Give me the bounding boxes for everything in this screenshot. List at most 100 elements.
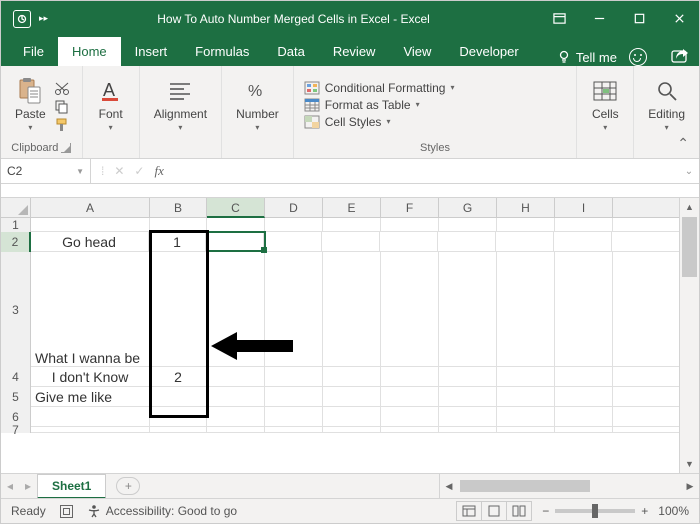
col-header[interactable]: G <box>439 198 497 217</box>
share-icon[interactable] <box>671 49 689 65</box>
collapse-ribbon-icon[interactable]: ⌃ <box>677 135 689 152</box>
group-styles: Conditional Formatting ▾ Format as Table… <box>294 66 578 158</box>
col-header[interactable]: A <box>31 198 150 217</box>
tab-file[interactable]: File <box>9 37 58 66</box>
zoom-in-button[interactable]: + <box>641 504 648 518</box>
conditional-formatting-button[interactable]: Conditional Formatting ▾ <box>304 81 455 95</box>
worksheet-grid[interactable]: A B C D E F G H I 1 2Go head1 3What I wa… <box>1 198 699 473</box>
col-header[interactable]: C <box>207 198 265 218</box>
format-as-table-button[interactable]: Format as Table ▾ <box>304 98 420 112</box>
paste-button[interactable]: Paste ▾ <box>11 75 50 134</box>
scroll-up-icon[interactable]: ▲ <box>680 198 699 216</box>
dialog-launcher-icon[interactable] <box>61 143 71 153</box>
select-all-corner[interactable] <box>1 198 31 217</box>
tab-formulas[interactable]: Formulas <box>181 37 263 66</box>
sheet-tab-bar: ◂ ▸ Sheet1 + ◀ ▶ <box>1 473 699 498</box>
accessibility-status[interactable]: Accessibility: Good to go <box>87 504 237 518</box>
autosave-icon[interactable] <box>13 10 31 28</box>
formula-bar: C2 ▼ ⁞ ✕ ✓ fx ⌄ <box>1 159 699 184</box>
chevron-down-icon: ▾ <box>603 123 607 132</box>
page-layout-view-icon[interactable] <box>481 501 507 521</box>
status-ready: Ready <box>11 504 46 518</box>
alignment-label: Alignment <box>154 107 207 121</box>
fx-icon[interactable]: fx <box>154 163 163 179</box>
row-header[interactable]: 5 <box>1 387 31 407</box>
alignment-button[interactable]: Alignment ▾ <box>150 75 211 134</box>
cell[interactable]: Go head <box>30 232 149 251</box>
scroll-thumb[interactable] <box>682 217 697 277</box>
feedback-icon[interactable] <box>629 48 647 66</box>
cancel-icon[interactable]: ✕ <box>114 164 124 178</box>
ribbon-display-icon[interactable] <box>539 1 579 36</box>
cell[interactable]: 1 <box>149 232 206 251</box>
scroll-thumb[interactable] <box>460 480 590 492</box>
col-header[interactable]: F <box>381 198 439 217</box>
expand-formula-icon[interactable]: ⌄ <box>679 166 699 177</box>
add-sheet-button[interactable]: + <box>116 477 140 495</box>
formula-input[interactable] <box>174 159 679 183</box>
chevron-down-icon: ▾ <box>416 100 420 109</box>
cell[interactable]: What I wanna be <box>31 252 150 366</box>
cells-button[interactable]: Cells ▾ <box>587 75 623 134</box>
tab-review[interactable]: Review <box>319 37 390 66</box>
group-cells: Cells ▾ <box>577 66 634 158</box>
close-icon[interactable] <box>659 1 699 36</box>
sheet-nav-prev-icon[interactable]: ◂ <box>1 479 19 493</box>
col-header[interactable]: B <box>150 198 207 217</box>
macro-record-icon[interactable] <box>60 505 73 518</box>
row-header[interactable]: 1 <box>1 218 31 232</box>
row-header[interactable]: 7 <box>1 427 31 433</box>
chevron-down-icon: ▾ <box>28 123 32 132</box>
scroll-down-icon[interactable]: ▼ <box>680 455 699 473</box>
tell-me[interactable]: Tell me <box>557 50 617 65</box>
cut-icon[interactable] <box>54 82 72 96</box>
row-header[interactable]: 4 <box>1 367 31 387</box>
minimize-icon[interactable] <box>579 1 619 36</box>
row-header[interactable]: 3 <box>1 252 31 367</box>
enter-icon[interactable]: ✓ <box>134 164 144 178</box>
cells-label: Cells <box>592 107 619 121</box>
page-break-view-icon[interactable] <box>506 501 532 521</box>
name-box[interactable]: C2 ▼ <box>1 159 91 183</box>
horizontal-scrollbar[interactable]: ◀ ▶ <box>439 474 699 498</box>
styles-label: Styles <box>420 142 450 154</box>
font-button[interactable]: A Font ▾ <box>93 75 129 134</box>
normal-view-icon[interactable] <box>456 501 482 521</box>
sheet-tab[interactable]: Sheet1 <box>37 474 106 499</box>
vertical-scrollbar[interactable]: ▲ ▼ <box>679 198 699 473</box>
paste-label: Paste <box>15 107 46 121</box>
tab-insert[interactable]: Insert <box>121 37 182 66</box>
qat-customize-icon[interactable]: ▸▸ <box>39 13 48 24</box>
annotation-arrow-icon <box>211 329 293 363</box>
cell[interactable]: 2 <box>150 367 207 386</box>
col-header[interactable]: D <box>265 198 323 217</box>
cell[interactable]: I don't Know <box>31 367 150 386</box>
active-cell-outline <box>207 231 266 252</box>
svg-text:%: % <box>248 83 262 100</box>
cell-styles-label: Cell Styles <box>325 115 382 129</box>
row-header[interactable]: 2 <box>1 232 31 252</box>
tab-view[interactable]: View <box>389 37 445 66</box>
scroll-right-icon[interactable]: ▶ <box>681 481 699 492</box>
col-header[interactable]: H <box>497 198 555 217</box>
sheet-nav-next-icon[interactable]: ▸ <box>19 479 37 493</box>
ribbon: Paste ▾ Clipboard A Font ▾ <box>1 66 699 159</box>
number-button[interactable]: % Number ▾ <box>232 75 283 134</box>
maximize-icon[interactable] <box>619 1 659 36</box>
cell-styles-button[interactable]: Cell Styles ▾ <box>304 115 391 129</box>
zoom-level[interactable]: 100% <box>658 504 689 518</box>
tab-data[interactable]: Data <box>263 37 318 66</box>
tab-home[interactable]: Home <box>58 37 121 66</box>
cell[interactable]: Give me like <box>31 387 150 406</box>
tell-me-label: Tell me <box>576 50 617 65</box>
tab-developer[interactable]: Developer <box>445 37 532 66</box>
chevron-down-icon: ▼ <box>76 167 84 176</box>
col-header[interactable]: E <box>323 198 381 217</box>
copy-icon[interactable] <box>54 100 72 114</box>
scroll-left-icon[interactable]: ◀ <box>440 481 458 492</box>
editing-button[interactable]: Editing ▾ <box>644 75 689 134</box>
zoom-slider[interactable]: − + <box>542 504 648 518</box>
zoom-out-button[interactable]: − <box>542 504 549 518</box>
col-header[interactable]: I <box>555 198 613 217</box>
format-painter-icon[interactable] <box>54 118 72 132</box>
